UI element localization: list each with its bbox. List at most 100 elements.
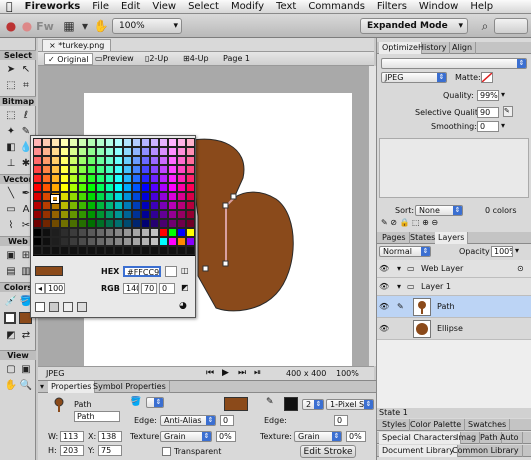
color-swatch[interactable] — [96, 246, 105, 255]
color-swatch[interactable] — [186, 219, 195, 228]
tab-properties[interactable]: Properties — [48, 381, 96, 393]
y-input[interactable]: 75 — [98, 445, 122, 456]
color-swatch[interactable] — [87, 201, 96, 210]
edit-stroke-button[interactable]: Edit Stroke — [300, 445, 356, 458]
color-swatch[interactable] — [186, 237, 195, 246]
color-swatch[interactable] — [177, 237, 186, 246]
hide-slices-icon[interactable]: ▤ — [4, 264, 18, 278]
color-swatch[interactable] — [96, 192, 105, 201]
color-swatch[interactable] — [51, 210, 60, 219]
color-swatch[interactable] — [168, 183, 177, 192]
color-swatch[interactable] — [186, 210, 195, 219]
eyedropper-icon[interactable]: 💉 — [4, 294, 18, 308]
color-swatch[interactable] — [105, 228, 114, 237]
menu-select[interactable]: Select — [182, 1, 225, 12]
color-swatch[interactable] — [114, 174, 123, 183]
color-swatch[interactable] — [33, 147, 42, 156]
color-swatch[interactable] — [159, 237, 168, 246]
color-swatch[interactable] — [69, 201, 78, 210]
opacity-dropdown-icon[interactable]: ▾ — [515, 246, 519, 255]
color-swatch[interactable] — [87, 228, 96, 237]
eye-icon[interactable]: 👁 — [379, 324, 389, 333]
color-swatch[interactable] — [69, 165, 78, 174]
color-swatch[interactable] — [123, 219, 132, 228]
tab-history[interactable]: History — [415, 42, 451, 54]
color-swatch[interactable] — [60, 147, 69, 156]
lasso-tool-icon[interactable]: ℓ — [19, 108, 33, 122]
hand-tool-icon[interactable]: ✋ — [4, 378, 18, 392]
color-swatch[interactable] — [132, 138, 141, 147]
color-swatch[interactable] — [114, 192, 123, 201]
color-swatch[interactable] — [51, 165, 60, 174]
tab-swatches[interactable]: Swatches — [465, 419, 511, 431]
color-swatch[interactable] — [150, 246, 159, 255]
color-swatch[interactable] — [33, 210, 42, 219]
menu-window[interactable]: Window — [413, 1, 464, 12]
color-swatch[interactable] — [78, 174, 87, 183]
color-swatch[interactable] — [60, 192, 69, 201]
smoothing-input[interactable]: 0 — [477, 121, 499, 132]
tab-common-library[interactable]: Common Library — [449, 445, 523, 457]
color-swatch[interactable] — [78, 237, 87, 246]
color-swatch[interactable] — [159, 210, 168, 219]
color-swatch[interactable] — [141, 138, 150, 147]
color-swatch[interactable] — [78, 165, 87, 174]
color-swatch[interactable] — [132, 192, 141, 201]
color-swatch[interactable] — [60, 219, 69, 228]
color-swatch[interactable] — [123, 165, 132, 174]
color-swatch[interactable] — [168, 156, 177, 165]
object-name-input[interactable]: Path — [74, 411, 120, 422]
menu-commands[interactable]: Commands — [302, 1, 371, 12]
color-swatch[interactable] — [177, 219, 186, 228]
menu-help[interactable]: Help — [464, 1, 499, 12]
color-swatch[interactable] — [150, 201, 159, 210]
color-swatch[interactable] — [159, 156, 168, 165]
default-colors-icon[interactable]: ◩ — [4, 328, 18, 342]
color-swatch[interactable] — [96, 156, 105, 165]
color-swatch[interactable] — [114, 183, 123, 192]
collapse-icon[interactable]: ▾ — [40, 382, 44, 391]
color-swatch[interactable] — [141, 192, 150, 201]
color-swatch[interactable] — [114, 210, 123, 219]
subselect-tool-icon[interactable]: ↖ — [19, 62, 33, 76]
color-swatch[interactable] — [42, 201, 51, 210]
expand-icon[interactable]: ▾ — [397, 264, 401, 273]
color-swatch[interactable] — [159, 201, 168, 210]
menu-text[interactable]: Text — [270, 1, 302, 12]
matte-color-swatch[interactable] — [481, 72, 493, 83]
color-swatch[interactable] — [51, 183, 60, 192]
color-swatch[interactable] — [159, 147, 168, 156]
color-swatch[interactable] — [141, 156, 150, 165]
tab-original[interactable]: ✓ Original — [44, 53, 93, 65]
color-swatch[interactable] — [132, 147, 141, 156]
color-swatch[interactable] — [78, 147, 87, 156]
tab-auto[interactable]: Auto — [497, 432, 523, 444]
color-swatch[interactable] — [96, 210, 105, 219]
color-swatch[interactable] — [177, 183, 186, 192]
color-swatch[interactable] — [168, 228, 177, 237]
quality-input[interactable]: 99% — [477, 90, 499, 101]
color-swatch[interactable] — [96, 183, 105, 192]
color-swatch[interactable] — [132, 228, 141, 237]
color-swatch[interactable] — [132, 219, 141, 228]
color-wheel-icon[interactable]: ◕ — [179, 301, 191, 313]
color-swatch[interactable] — [141, 201, 150, 210]
texture-select[interactable]: Grain — [160, 431, 212, 442]
path-anchor[interactable] — [222, 260, 229, 267]
page-selector[interactable]: Page 1 — [220, 53, 253, 65]
color-swatch[interactable] — [105, 246, 114, 255]
blend-mode-select[interactable]: Normal — [379, 246, 431, 257]
color-swatch[interactable] — [150, 219, 159, 228]
color-swatch[interactable] — [42, 246, 51, 255]
fill-none-icon[interactable] — [35, 302, 45, 312]
pencil-icon[interactable]: ✎ — [397, 302, 404, 311]
line-tool-icon[interactable]: ╲ — [4, 186, 18, 200]
quality-dropdown-icon[interactable]: ▾ — [501, 90, 505, 99]
color-swatch[interactable] — [141, 210, 150, 219]
color-swatch[interactable] — [96, 165, 105, 174]
color-swatch[interactable] — [141, 228, 150, 237]
status-zoom[interactable]: 100% — [336, 369, 359, 378]
color-swatch[interactable] — [87, 210, 96, 219]
color-swatch[interactable] — [159, 192, 168, 201]
color-swatch[interactable] — [87, 156, 96, 165]
